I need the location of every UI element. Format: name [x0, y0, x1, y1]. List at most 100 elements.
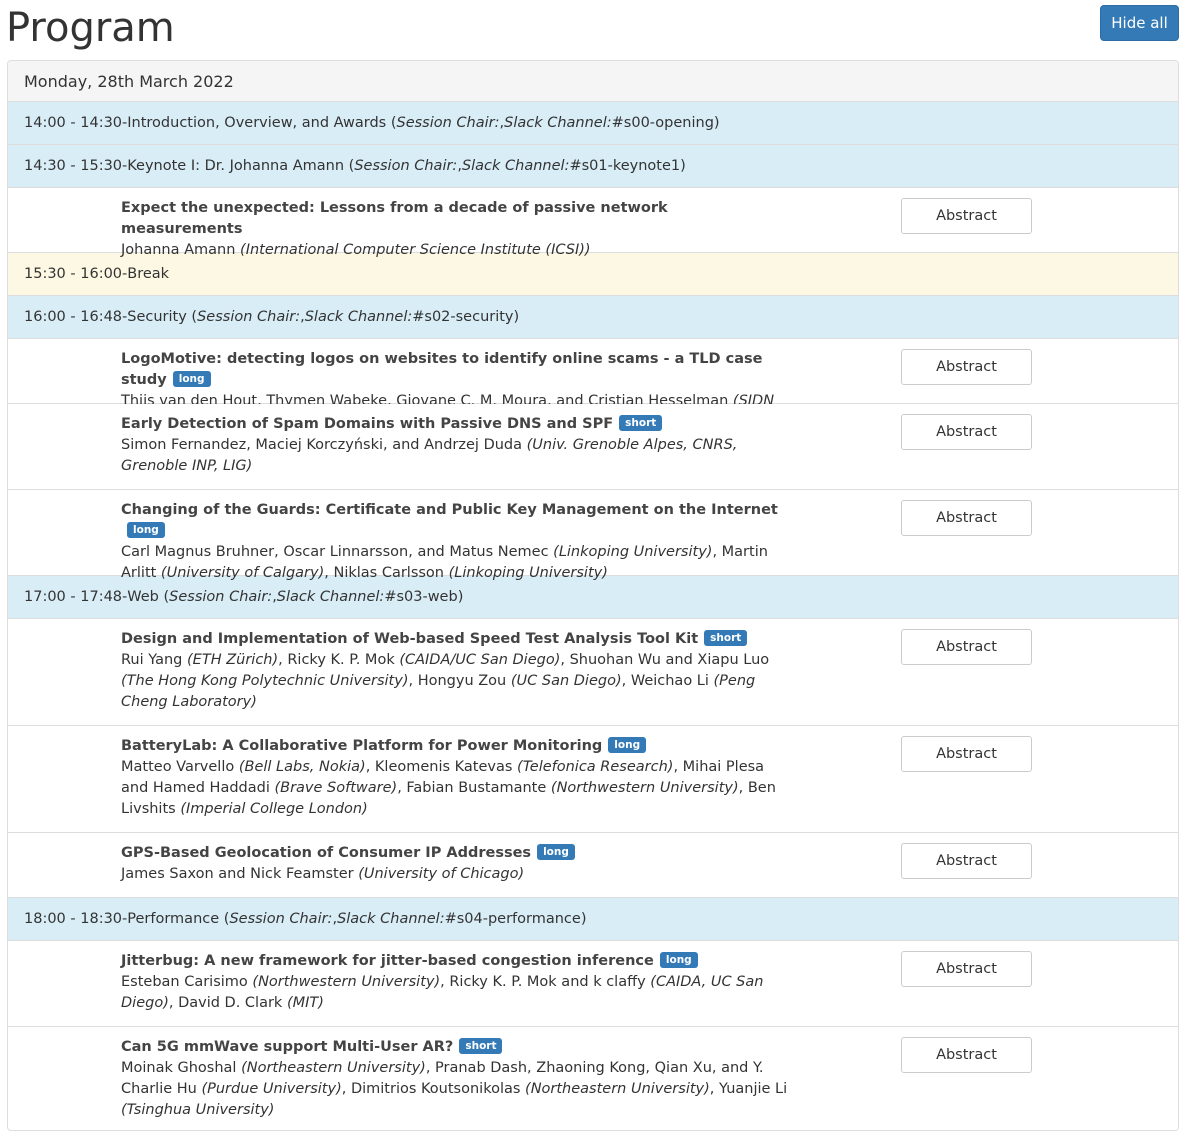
session-title: Security	[127, 309, 187, 325]
author-names: Moinak Ghoshal	[121, 1060, 242, 1076]
talk-title-line: BatteryLab: A Collaborative Platform for…	[121, 736, 788, 757]
author-affiliation: (Purdue University)	[201, 1081, 342, 1097]
abstract-button[interactable]: Abstract	[901, 951, 1032, 987]
talk-length-badge: long	[608, 737, 647, 753]
slack-channel-label: Slack Channel:	[304, 309, 413, 325]
session-chair-label: Session Chair:	[197, 309, 301, 325]
abstract-button[interactable]: Abstract	[901, 500, 1032, 536]
day-panel: Monday, 28th March 2022 14:00 - 14:30 - …	[7, 60, 1179, 1131]
slack-channel: #s04-performance	[444, 911, 581, 927]
talk-title: Expect the unexpected: Lessons from a de…	[121, 200, 668, 237]
slack-channel-label: Slack Channel:	[337, 911, 445, 927]
author-names: Esteban Carisimo	[121, 974, 253, 990]
author-affiliation: (ETH Zürich)	[187, 652, 279, 668]
talk-length-badge: long	[659, 952, 698, 968]
author-affiliation: (Telefonica Research)	[517, 759, 674, 775]
author-names: Ricky K. P. Mok and k claffy	[449, 974, 651, 990]
page-header: Program Hide all	[0, 0, 1200, 60]
talk-authors: Esteban Carisimo (Northwestern Universit…	[121, 974, 764, 1011]
slack-channel: #s02-security	[412, 309, 514, 325]
session-title: Keynote I: Dr. Johanna Amann	[127, 158, 345, 174]
talk-content: Expect the unexpected: Lessons from a de…	[8, 188, 788, 269]
session-title: Performance	[127, 911, 220, 927]
talk-authors: Simon Fernandez, Maciej Korczyński, and …	[121, 435, 788, 477]
talk-title-line: Design and Implementation of Web-based S…	[121, 629, 788, 650]
talk-row: Can 5G mmWave support Multi-User AR? shor…	[8, 1027, 1178, 1130]
author-names: Ricky K. P. Mok	[287, 652, 400, 668]
talk-content: BatteryLab: A Collaborative Platform for…	[8, 726, 788, 828]
talk-title-line: Can 5G mmWave support Multi-User AR? shor…	[121, 1037, 788, 1058]
talk-title: Can 5G mmWave support Multi-User AR?	[121, 1039, 454, 1055]
session-chair-label: Session Chair:	[229, 911, 333, 927]
author-affiliation: (CAIDA/UC San Diego)	[399, 652, 561, 668]
abstract-button[interactable]: Abstract	[901, 414, 1032, 450]
author-names: David D. Clark	[178, 995, 287, 1011]
talk-content: Can 5G mmWave support Multi-User AR? shor…	[8, 1027, 788, 1129]
talk-content: GPS-Based Geolocation of Consumer IP Add…	[8, 833, 788, 893]
talk-content: Jitterbug: A new framework for jitter-ba…	[8, 941, 788, 1022]
session-time: 16:00 - 16:48	[24, 309, 123, 325]
abstract-button[interactable]: Abstract	[901, 349, 1032, 385]
author-names: Carl Magnus Bruhner, Oscar Linnarsson, a…	[121, 544, 554, 560]
talk-authors: Johanna Amann (International Computer Sc…	[121, 240, 788, 261]
abstract-button[interactable]: Abstract	[901, 736, 1032, 772]
abstract-button[interactable]: Abstract	[901, 843, 1032, 879]
author-affiliation: (Brave Software)	[274, 780, 398, 796]
author-names: Rui Yang	[121, 652, 188, 668]
abstract-button[interactable]: Abstract	[901, 1037, 1032, 1073]
talk-row: GPS-Based Geolocation of Consumer IP Add…	[8, 833, 1178, 898]
author-affiliation: (MIT)	[286, 995, 324, 1011]
author-names: Kleomenis Katevas	[374, 759, 518, 775]
author-affiliation: (UC San Diego)	[510, 673, 622, 689]
session-chair-label: Session Chair:	[354, 158, 458, 174]
talk-length-badge: short	[619, 415, 663, 431]
talk-authors: Rui Yang (ETH Zürich), Ricky K. P. Mok (…	[121, 652, 770, 710]
talk-row: Design and Implementation of Web-based S…	[8, 619, 1178, 726]
author-names: Matteo Varvello	[121, 759, 239, 775]
talk-length-badge: long	[127, 522, 165, 538]
author-affiliation: (Linkoping University)	[553, 544, 713, 560]
talk-content: Early Detection of Spam Domains with Pas…	[8, 404, 788, 485]
session-row: 18:00 - 18:30 - Performance (Session Cha…	[8, 898, 1178, 941]
talk-row: Jitterbug: A new framework for jitter-ba…	[8, 941, 1178, 1027]
author-affiliation: (The Hong Kong Polytechnic University)	[121, 673, 409, 689]
talk-authors: James Saxon and Nick Feamster (Universit…	[121, 864, 788, 885]
talk-title-line: Changing of the Guards: Certificate and …	[121, 500, 788, 542]
slack-channel-label: Slack Channel:	[504, 115, 612, 131]
talk-row: Early Detection of Spam Domains with Pas…	[8, 404, 1178, 490]
slack-channel: #s00-opening	[611, 115, 714, 131]
talk-authors: Moinak Ghoshal (Northeastern University)…	[121, 1060, 788, 1118]
talk-title: LogoMotive: detecting logos on websites …	[121, 351, 763, 388]
session-time: 18:00 - 18:30	[24, 911, 123, 927]
author-names: Weichao Li	[630, 673, 714, 689]
author-names: Johanna Amann	[121, 242, 241, 258]
slack-channel-label: Slack Channel:	[461, 158, 570, 174]
page-title: Program	[6, 5, 175, 51]
talk-content: Design and Implementation of Web-based S…	[8, 619, 788, 721]
talk-title: BatteryLab: A Collaborative Platform for…	[121, 738, 603, 754]
day-heading: Monday, 28th March 2022	[8, 61, 1178, 102]
hide-all-button[interactable]: Hide all	[1100, 5, 1179, 41]
author-affiliation: (Northeastern University)	[525, 1081, 710, 1097]
author-affiliation: (Linkoping University)	[448, 565, 608, 581]
session-row: 16:00 - 16:48 - Security (Session Chair:…	[8, 296, 1178, 339]
author-names: Dimitrios Koutsonikolas	[350, 1081, 526, 1097]
schedule-list: 14:00 - 14:30 - Introduction, Overview, …	[8, 102, 1178, 1130]
session-chair-label: Session Chair:	[396, 115, 500, 131]
abstract-button[interactable]: Abstract	[901, 629, 1032, 665]
talk-length-badge: short	[704, 630, 748, 646]
session-title: Introduction, Overview, and Awards	[127, 115, 387, 131]
author-names: Fabian Bustamante	[406, 780, 551, 796]
talk-content: Changing of the Guards: Certificate and …	[8, 490, 788, 592]
author-affiliation: (Northwestern University)	[550, 780, 739, 796]
author-affiliation: (Northeastern University)	[241, 1060, 426, 1076]
author-names: Niklas Carlsson	[333, 565, 449, 581]
author-affiliation: (Imperial College London)	[180, 801, 368, 817]
talk-title-line: Early Detection of Spam Domains with Pas…	[121, 414, 788, 435]
talk-row: BatteryLab: A Collaborative Platform for…	[8, 726, 1178, 833]
author-names: Hongyu Zou	[417, 673, 511, 689]
author-names: James Saxon and Nick Feamster	[121, 866, 359, 882]
talk-authors: Matteo Varvello (Bell Labs, Nokia), Kleo…	[121, 759, 776, 817]
abstract-button[interactable]: Abstract	[901, 198, 1032, 234]
talk-title: Design and Implementation of Web-based S…	[121, 631, 699, 647]
